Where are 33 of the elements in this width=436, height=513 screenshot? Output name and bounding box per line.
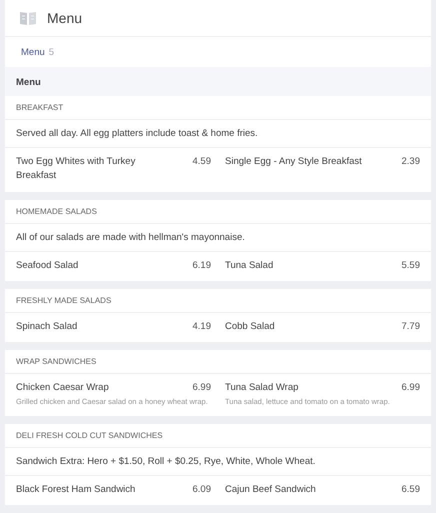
breadcrumb-link[interactable]: Menu [21,46,45,58]
item-name: Black Forest Ham Sandwich [16,482,136,497]
item-name: Single Egg - Any Style Breakfast [225,155,362,169]
section-title: FRESHLY MADE SALADS [5,288,431,313]
item-name: Cajun Beef Sandwich [225,482,316,497]
section-note: Served all day. All egg platters include toast & home fries. [5,120,431,148]
item-name: Seafood Salad [16,258,78,272]
item-price: 6.99 [192,381,211,395]
section-title: HOMEMADE SALADS [5,200,431,224]
item-name: Spinach Salad [16,320,78,334]
item-name: Two Egg Whites with Turkey Breakfast [16,155,136,184]
item-price: 6.59 [402,482,420,497]
item-price: 4.59 [192,155,211,169]
item-name: Tuna Salad Wrap [225,381,298,395]
item-price: 6.09 [192,482,211,497]
page-title: Menu [47,10,82,26]
menu-heading: Menu [15,77,42,90]
section-note: Sandwich Extra: Hero + $1.50, Roll + $0.25, Rye, White, Whole Wheat. [5,448,431,476]
item-price: 6.19 [192,258,211,272]
item-name: Cobb Salad [225,320,275,334]
section-title: BREAKFAST [5,96,431,120]
item-name: Tuna Salad [225,258,274,272]
item-price: 6.99 [402,381,420,395]
item-price: 5.59 [402,258,420,272]
item-name: Chicken Caesar Wrap [16,381,109,395]
item-price: 2.39 [402,155,420,169]
item-price: 4.19 [192,320,211,334]
section-note: All of our salads are made with hellman's mayonnaise. [5,224,431,252]
item-count: 5 [48,46,54,58]
book-icon [19,10,37,26]
section-title: WRAP SANDWICHES [5,350,431,374]
section-title: DELI FRESH COLD CUT SANDWICHES [5,424,431,448]
item-price: 7.79 [402,320,420,334]
